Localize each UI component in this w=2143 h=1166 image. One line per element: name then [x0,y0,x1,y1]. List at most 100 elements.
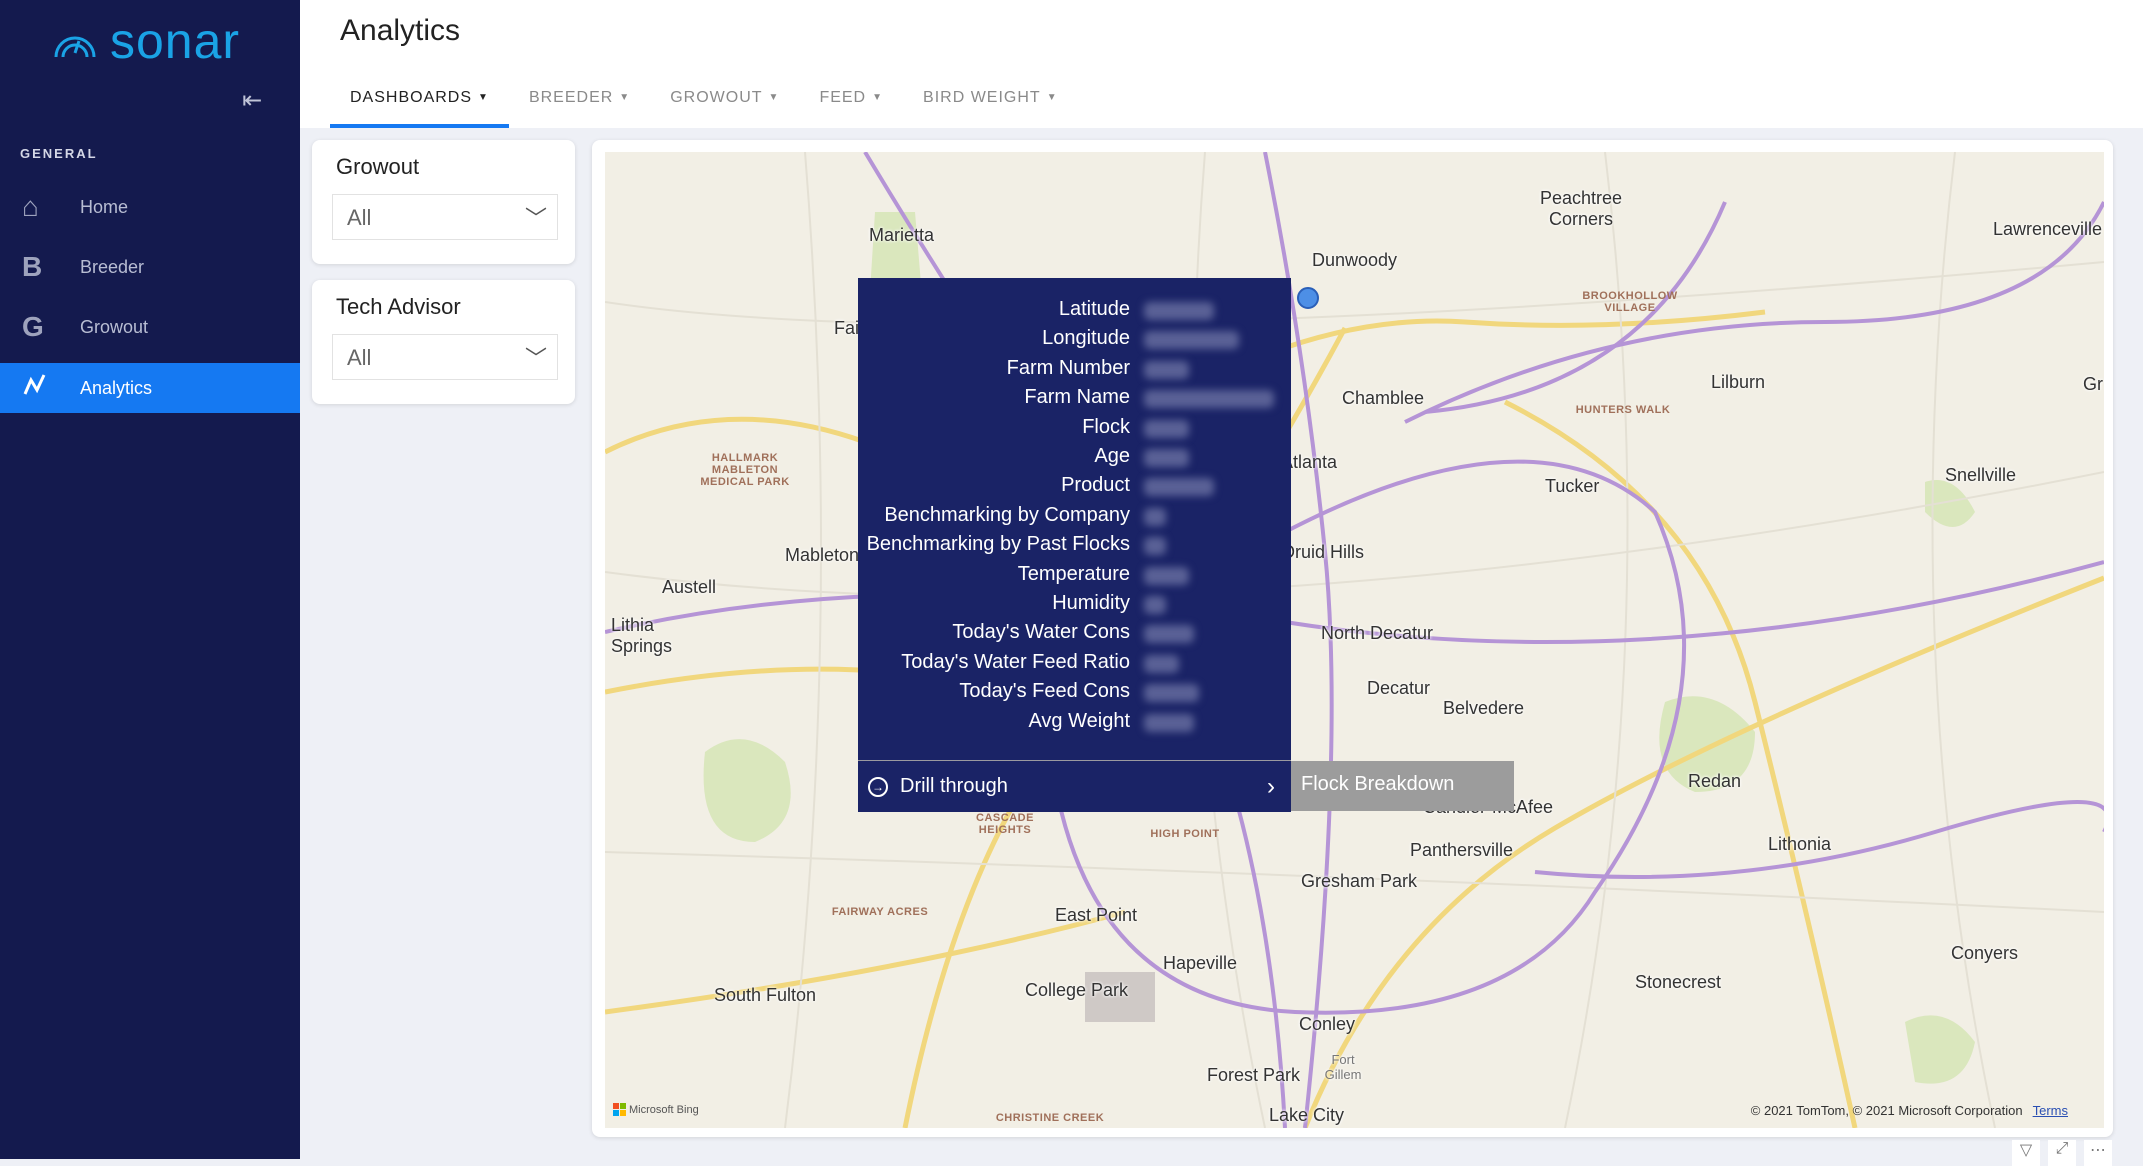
map-neighborhood-label: Fairway Acres [831,906,929,918]
redacted-value [1144,596,1166,614]
home-icon: ⌂ [22,191,39,222]
map-city-label: Lithonia [1768,834,1832,854]
tooltip-row: Age [858,445,1291,474]
sidebar-item-breeder[interactable]: B Breeder [0,242,300,292]
redacted-value [1144,566,1189,585]
growout-select[interactable]: All ﹀ [332,194,558,240]
drill-through-menu-item[interactable]: → Drill through › [858,760,1291,812]
terms-link[interactable]: Terms [2033,1103,2068,1118]
tooltip-row: Longitude [858,327,1291,356]
tooltip-row: Latitude [858,298,1291,327]
redacted-value [1144,449,1189,467]
map-neighborhood-label: Hallmark Mableton Medical Park [700,452,790,488]
redacted-value [1144,302,1214,320]
sidebar-item-analytics[interactable]: Analytics [0,363,300,413]
tooltip-row: Benchmarking by Past Flocks [858,533,1291,562]
map-city-label: Decatur [1367,678,1431,698]
tooltip-field-label: Humidity [1052,592,1130,614]
tooltip-row: Today's Water Cons [858,621,1291,650]
redacted-value [1144,713,1194,732]
tooltip-row: Avg Weight [858,710,1291,739]
gauge-icon [54,36,96,58]
chevron-right-icon: › [1267,772,1275,800]
tab-dashboards[interactable]: DASHBOARDS ▼ [330,80,509,128]
map-city-label: Conley [1299,1014,1356,1034]
tooltip-field-label: Product [1061,474,1130,497]
map-city-label: Lake City [1269,1105,1345,1125]
map-city-label: Conyers [1951,943,2019,963]
redacted-value [1144,625,1194,644]
map-city-label: Gresham Park [1301,871,1418,891]
redacted-value [1144,331,1239,350]
tooltip-field-label: Today's Water Cons [952,621,1130,644]
tooltip-field-label: Benchmarking by Company [884,503,1130,526]
sidebar-item-growout[interactable]: G Growout [0,302,300,352]
more-options-icon[interactable]: ⋯ [2084,1140,2112,1166]
tooltip-row: Farm Name [858,386,1291,415]
map-city-label: Tucker [1545,476,1600,496]
sidebar: sonar ⇤ GENERAL ⌂ Home B Breeder G Growout … [0,0,300,1159]
map-city-label: College Park [1025,980,1129,1000]
sidebar-item-home[interactable]: ⌂ Home [0,182,300,232]
tooltip-field-label: Latitude [1058,298,1130,320]
tooltip-row: Temperature [858,563,1291,592]
bing-logo: Microsoft Bing [613,1103,699,1116]
collapse-sidebar-icon[interactable]: ⇤ [242,86,262,115]
redacted-value [1144,360,1189,379]
redacted-value [1144,654,1179,673]
sidebar-item-label: Analytics [80,377,153,398]
focus-mode-icon[interactable]: ⤢ [2048,1140,2076,1166]
filter-title: Growout [336,154,420,179]
map[interactable]: Marietta Dunwoody Peachtree Corners Lawr… [605,152,2104,1128]
growout-filter-card: Growout All ﹀ [312,140,575,264]
tooltip-row: Farm Number [858,357,1291,386]
line-chart-icon [0,372,80,405]
map-city-label: Redan [1688,771,1742,791]
tooltip-field-label: Farm Number [1006,356,1130,379]
tooltip-field-label: Temperature [1017,562,1130,585]
map-city-label: Chamblee [1342,388,1425,408]
tooltip-field-label: Today's Feed Cons [959,680,1130,703]
tooltip-field-label: Today's Water Feed Ratio [901,650,1130,673]
visual-header-icons: ▽ ⤢ ⋯ [2012,1140,2112,1166]
map-city-label: East Point [1055,905,1138,925]
tab-bird-weight[interactable]: BIRD WEIGHT ▼ [903,80,1078,128]
redacted-value [1144,537,1166,556]
map-city-label: Snellville [1945,465,2017,485]
map-tooltip: Latitude Longitude Farm Number Farm Name Flo… [858,278,1291,812]
tooltip-field-label: Age [1094,445,1130,467]
tooltip-row: Today's Feed Cons [858,680,1291,709]
caret-down-icon: ▼ [1046,92,1058,103]
map-city-label: Hapeville [1163,953,1238,973]
redacted-value [1144,684,1199,703]
chevron-down-icon: ﹀ [524,206,547,231]
redacted-value [1144,507,1166,526]
tab-breeder[interactable]: BREEDER ▼ [509,80,650,128]
letter-g-icon: G [22,311,44,342]
logo[interactable]: sonar [52,12,240,70]
map-neighborhood-label: Brookhollow Village [1582,290,1678,314]
tooltip-field-label: Avg Weight [1028,709,1130,732]
caret-down-icon: ▼ [619,92,631,103]
map-city-label: Stonecrest [1635,972,1722,992]
map-neighborhood-label: High Point [1150,828,1220,840]
tab-feed[interactable]: FEED ▼ [799,80,903,128]
tooltip-field-label: Farm Name [1024,386,1130,409]
logo-text: sonar [110,13,241,69]
farm-location-marker[interactable] [1297,287,1319,309]
map-city-label: Marietta [869,225,935,245]
map-city-label: Gr [2083,374,2103,394]
tab-bar: DASHBOARDS ▼ BREEDER ▼ GROWOUT ▼ FEED ▼ BIRD… [330,80,1078,128]
tooltip-row: Today's Water Feed Ratio [858,651,1291,680]
redacted-value [1144,390,1274,409]
tooltip-field-label: Benchmarking by Past Flocks [866,533,1130,556]
tech-advisor-select[interactable]: All ﹀ [332,334,558,380]
tab-growout[interactable]: GROWOUT ▼ [650,80,799,128]
page-title: Analytics [340,14,461,47]
flock-breakdown-menu-item[interactable]: Flock Breakdown [1291,761,1514,811]
caret-down-icon: ▼ [478,92,489,103]
drill-through-icon: → [868,776,888,797]
filter-icon[interactable]: ▽ [2012,1140,2040,1166]
tooltip-row: Flock [858,416,1291,445]
map-city-label: South Fulton [714,985,817,1005]
